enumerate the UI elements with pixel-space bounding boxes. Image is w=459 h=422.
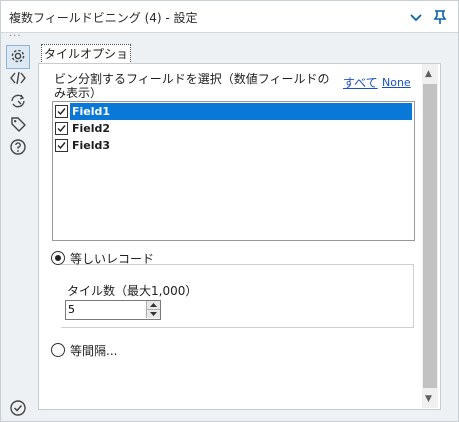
field1-label: Field1: [70, 103, 412, 120]
scroll-thumb[interactable]: [423, 84, 437, 388]
check-circle-icon[interactable]: [9, 399, 27, 417]
equal-records-label: 等しいレコード: [70, 252, 155, 266]
list-item-field3[interactable]: Field3: [53, 137, 414, 154]
help-icon[interactable]: [9, 138, 27, 156]
scroll-up-icon[interactable]: ▲: [425, 69, 432, 79]
stepper-up-button[interactable]: [146, 301, 160, 310]
field-list[interactable]: Field1 Field2 Field3: [52, 101, 415, 241]
sidebar: [1, 43, 33, 421]
select-none-link[interactable]: None: [382, 76, 411, 89]
pin-icon[interactable]: [431, 8, 449, 26]
field2-label: Field2: [72, 122, 111, 135]
select-all-link[interactable]: すべて: [343, 74, 378, 91]
field1-checkbox[interactable]: [55, 105, 68, 118]
field3-label: Field3: [72, 139, 111, 152]
chevron-down-icon[interactable]: [407, 8, 425, 26]
tab-tile-options[interactable]: タイルオプション: [41, 44, 131, 80]
gear-icon[interactable]: [9, 47, 27, 65]
scroll-down-icon[interactable]: ▼: [425, 394, 432, 404]
list-item-field2[interactable]: Field2: [53, 120, 414, 137]
equal-interval-radio[interactable]: [51, 343, 65, 357]
tile-count-input[interactable]: [68, 302, 142, 316]
window-title: 複数フィールドビニング (4) - 設定: [9, 11, 198, 25]
select-fields-label: ビン分割するフィールドを選択（数値フィールドのみ表示）: [54, 72, 330, 100]
tool-config-window: 複数フィールドビニング (4) - 設定 ··· タイルオプション ビン: [0, 0, 459, 422]
field2-checkbox[interactable]: [55, 122, 68, 135]
tile-count-stepper[interactable]: [65, 300, 161, 320]
convert-icon[interactable]: [9, 92, 27, 110]
field3-checkbox[interactable]: [55, 139, 68, 152]
equal-interval-label: 等間隔...: [70, 344, 118, 358]
equal-records-radio[interactable]: [51, 251, 65, 265]
more-dots: ···: [9, 31, 22, 42]
code-icon[interactable]: [9, 69, 27, 87]
stepper-down-button[interactable]: [146, 310, 160, 318]
tag-icon[interactable]: [9, 115, 27, 133]
title-bar: 複数フィールドビニング (4) - 設定: [1, 1, 458, 33]
tile-count-label: タイル数（最大1,000）: [67, 284, 198, 298]
list-item-field1[interactable]: Field1: [53, 103, 414, 120]
panel-scrollbar[interactable]: ▲ ▼: [422, 64, 438, 408]
